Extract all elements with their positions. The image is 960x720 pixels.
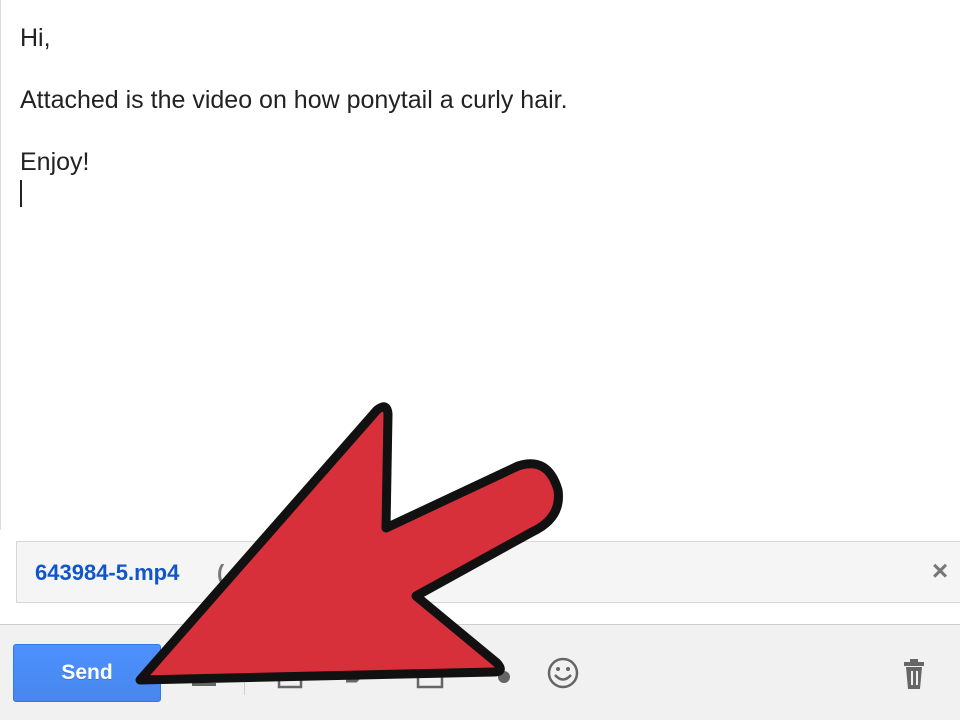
message-text: Attached is the video on how ponytail a … xyxy=(20,86,568,114)
close-icon[interactable]: × xyxy=(927,556,953,586)
text-cursor xyxy=(20,180,22,207)
compose-toolbar: Send xyxy=(0,624,960,720)
attachment-size: ( xyxy=(217,560,225,585)
toolbar-divider xyxy=(244,655,245,695)
message-signoff: Enjoy! xyxy=(20,148,90,176)
attachment-filename[interactable]: 643984-5.mp4 xyxy=(35,560,179,586)
emoji-icon[interactable] xyxy=(545,655,581,691)
link-icon[interactable] xyxy=(486,655,522,691)
message-greeting: Hi, xyxy=(20,24,51,52)
trash-icon[interactable] xyxy=(896,655,932,691)
send-button[interactable]: Send xyxy=(13,644,161,702)
compose-window: Hi, Attached is the video on how ponytai… xyxy=(0,0,960,720)
photo-icon[interactable] xyxy=(412,655,448,691)
message-body[interactable]: Hi, Attached is the video on how ponytai… xyxy=(0,0,960,530)
attachment-chip: 643984-5.mp4 ( × xyxy=(16,541,960,603)
formatting-icon[interactable] xyxy=(186,655,222,691)
attach-icon[interactable] xyxy=(272,655,308,691)
drive-icon[interactable] xyxy=(342,655,378,691)
